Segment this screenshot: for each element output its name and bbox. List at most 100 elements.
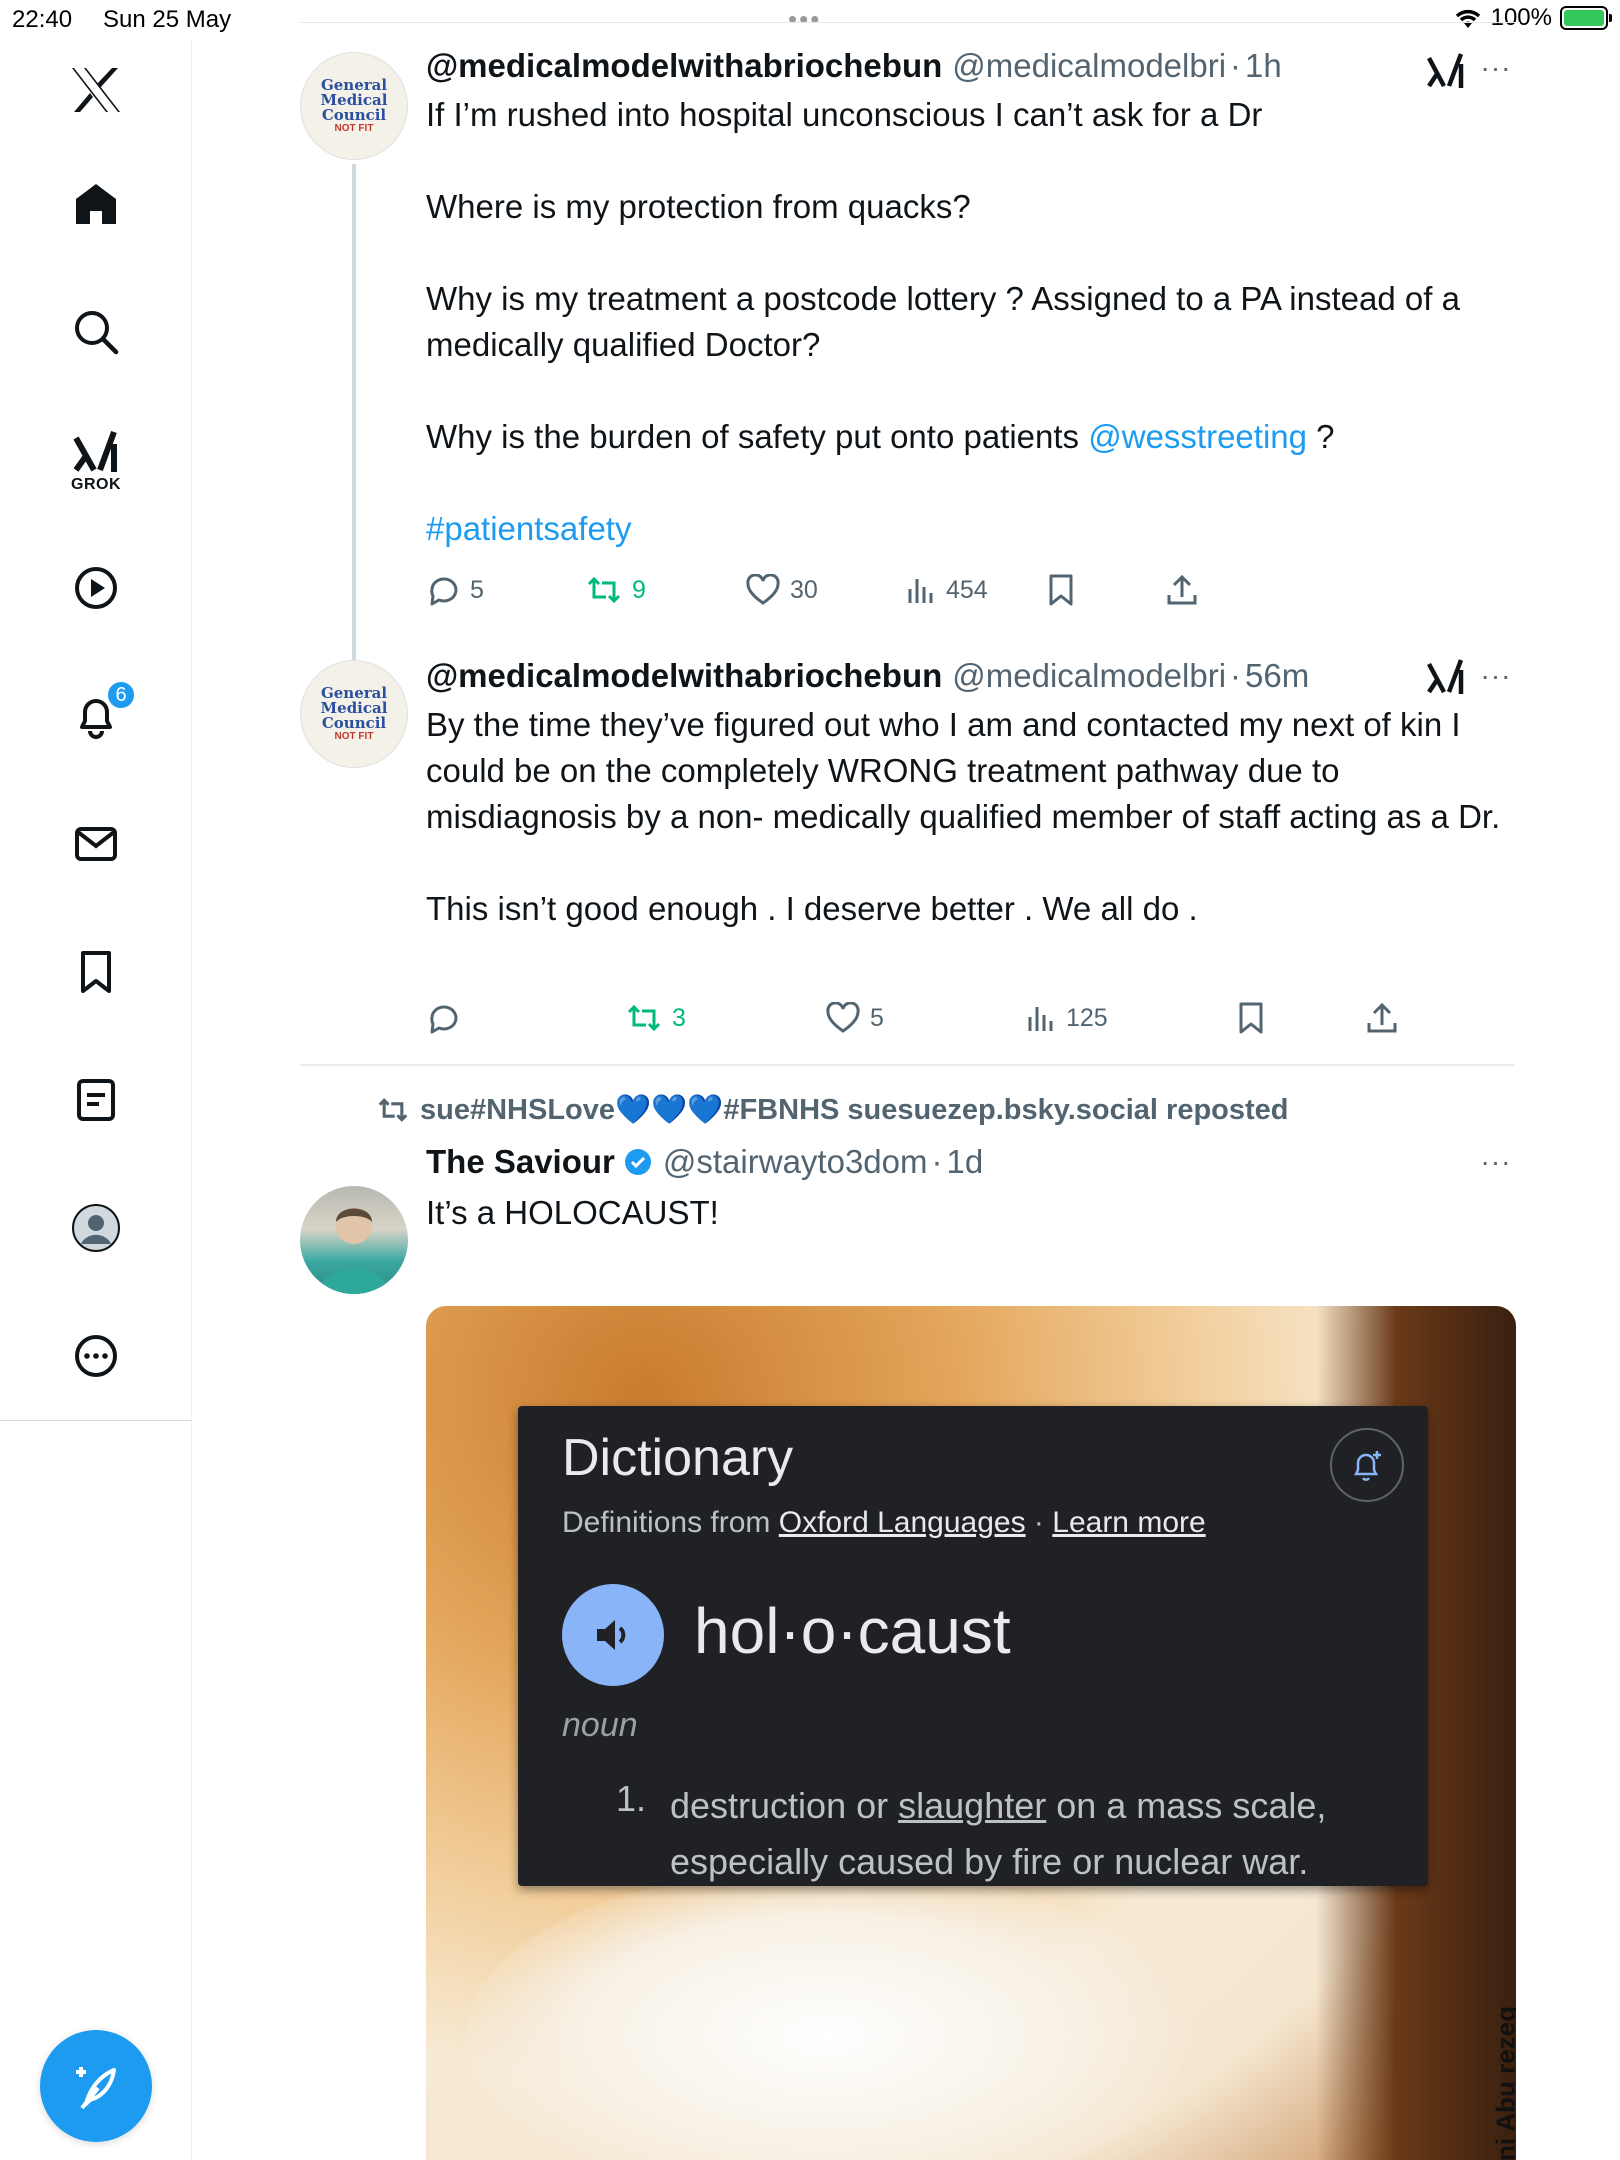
bookmarks-icon[interactable] xyxy=(56,932,136,1012)
author-name[interactable]: @medicalmodelwithabriochebun xyxy=(426,47,942,85)
tweet-text-part: If I’m rushed into hospital unconscious … xyxy=(426,96,1460,455)
views-chart-icon xyxy=(908,579,933,603)
views-chart-icon xyxy=(1028,1007,1053,1031)
smoke-cloud xyxy=(466,1866,1186,2160)
bell-add-icon xyxy=(1330,1428,1404,1502)
dictionary-source: Definitions from Oxford Languages · Lear… xyxy=(562,1506,1206,1540)
part-of-speech: noun xyxy=(562,1706,638,1744)
grok-nav-item[interactable]: GROK xyxy=(56,422,136,502)
reply-icon xyxy=(430,1005,458,1034)
tweet-timestamp[interactable]: 56m xyxy=(1245,657,1309,695)
share-button[interactable] xyxy=(1166,570,1198,610)
views-count: 454 xyxy=(946,575,988,604)
tweet[interactable]: sue#NHSLove💙💙💙#FBNHS suesuezep.bsky.soci… xyxy=(300,1090,1520,2160)
tweet-header: @medicalmodelwithabriochebun @medicalmod… xyxy=(426,656,1309,696)
speaker-icon xyxy=(562,1584,664,1686)
reposter-name: sue#NHSLove xyxy=(420,1094,616,1126)
tweet-text: By the time they’ve figured out who I am… xyxy=(426,706,1501,927)
tweet-timestamp[interactable]: 1h xyxy=(1245,47,1282,85)
bookmark-button[interactable] xyxy=(1236,998,1266,1038)
dictionary-title: Dictionary xyxy=(562,1429,794,1487)
source-link: Oxford Languages xyxy=(778,1506,1026,1539)
tweet-actions: 5 9 30 454 xyxy=(426,570,1526,610)
avatar[interactable] xyxy=(300,1186,408,1294)
bookmark-icon xyxy=(1049,574,1073,606)
grok-explain-icon[interactable] xyxy=(1426,658,1466,698)
like-button[interactable]: 5 xyxy=(826,998,884,1038)
share-button[interactable] xyxy=(1366,998,1398,1038)
compose-feather-icon xyxy=(76,2067,116,2110)
bookmark-icon xyxy=(1239,1002,1263,1034)
repost-count: 3 xyxy=(672,1003,686,1032)
home-icon[interactable] xyxy=(56,164,136,244)
more-icon[interactable]: ··· xyxy=(1476,48,1516,88)
hashtag-link[interactable]: #patientsafety xyxy=(426,510,631,547)
more-options-icon[interactable] xyxy=(56,1316,136,1396)
avatar[interactable]: General Medical Council NOT FIT xyxy=(300,660,408,768)
x-logo-icon[interactable] xyxy=(56,50,136,130)
verified-badge-icon xyxy=(624,1149,651,1175)
author-handle[interactable]: @medicalmodelbri xyxy=(952,47,1226,85)
author-name[interactable]: The Saviour xyxy=(426,1143,615,1181)
grok-explain-icon[interactable] xyxy=(1426,52,1466,92)
separator-dot: · xyxy=(1230,657,1242,694)
lists-icon[interactable] xyxy=(56,1060,136,1140)
tweet-media-image[interactable]: Dictionary Definitions from Oxford Langu… xyxy=(426,1306,1516,2160)
mention-link[interactable]: @wesstreeting xyxy=(1088,418,1307,455)
views-button[interactable]: 454 xyxy=(906,570,988,610)
feed-divider xyxy=(300,1064,1515,1066)
video-icon[interactable] xyxy=(56,548,136,628)
bookmark-button[interactable] xyxy=(1046,570,1076,610)
like-button[interactable]: 30 xyxy=(746,570,818,610)
heart-icon xyxy=(826,1002,860,1033)
notifications-nav-item[interactable]: 6 xyxy=(56,676,136,756)
reply-button[interactable] xyxy=(426,998,470,1038)
status-time: 22:40 xyxy=(12,6,73,33)
grok-label: GROK xyxy=(71,476,121,493)
source-prefix: Definitions from xyxy=(562,1506,779,1539)
author-handle[interactable]: @medicalmodelbri xyxy=(952,657,1226,695)
reposter-suffix: #FBNHS suesuezep.bsky.social reposted xyxy=(723,1094,1289,1126)
avatar-text: Council xyxy=(321,106,387,124)
wifi-icon xyxy=(1455,9,1480,28)
reply-button[interactable]: 5 xyxy=(426,570,484,610)
image-watermark: hani Abu rezeq xyxy=(1490,2006,1516,2160)
tweet-timestamp[interactable]: 1d xyxy=(947,1143,984,1181)
author-name[interactable]: @medicalmodelwithabriochebun xyxy=(426,657,942,695)
definition-part: destruction or xyxy=(670,1785,899,1826)
reposted-by-line[interactable]: sue#NHSLove💙💙💙#FBNHS suesuezep.bsky.soci… xyxy=(376,1090,1289,1130)
repost-icon xyxy=(627,1004,661,1032)
compose-post-button[interactable] xyxy=(40,2030,152,2142)
messages-icon[interactable] xyxy=(56,804,136,884)
tweet-text-part: ? xyxy=(1316,418,1335,455)
tweet[interactable]: General Medical Council NOT FIT @medical… xyxy=(300,650,1520,1060)
repost-button[interactable]: 3 xyxy=(626,998,686,1038)
sidebar-divider xyxy=(0,1420,192,1421)
definition-number: 1. xyxy=(616,1778,647,1819)
learn-more-link: Learn more xyxy=(1052,1506,1206,1539)
avatar-text: Council xyxy=(321,714,387,732)
tweet-text: It’s a HOLOCAUST! xyxy=(426,1194,719,1231)
more-icon[interactable]: ··· xyxy=(1476,1142,1516,1182)
views-button[interactable]: 125 xyxy=(1026,998,1108,1038)
dictionary-card: Dictionary Definitions from Oxford Langu… xyxy=(518,1406,1428,1886)
multitask-dots-icon[interactable]: ••• xyxy=(788,4,821,35)
repost-count: 9 xyxy=(632,575,646,604)
sidebar: GROK 6 xyxy=(0,40,192,2160)
avatar-text: NOT FIT xyxy=(334,123,374,134)
thread-connector-line xyxy=(352,164,356,660)
status-bar: 22:40 Sun 25 May ••• 100% xyxy=(0,0,1620,40)
notification-badge: 6 xyxy=(106,680,136,710)
author-handle[interactable]: @stairwayto3dom xyxy=(663,1143,928,1181)
tweet-actions: 3 5 125 xyxy=(426,998,1526,1038)
profile-avatar-icon[interactable] xyxy=(56,1188,136,1268)
avatar[interactable]: General Medical Council NOT FIT xyxy=(300,52,408,160)
search-icon[interactable] xyxy=(56,292,136,372)
more-icon[interactable]: ··· xyxy=(1476,656,1516,696)
repost-icon xyxy=(378,1098,408,1122)
repost-button[interactable]: 9 xyxy=(586,570,646,610)
tweet[interactable]: General Medical Council NOT FIT @medical… xyxy=(300,40,1520,660)
battery-percent: 100% xyxy=(1490,4,1552,31)
heart-icon xyxy=(746,574,780,605)
views-count: 125 xyxy=(1066,1003,1108,1032)
